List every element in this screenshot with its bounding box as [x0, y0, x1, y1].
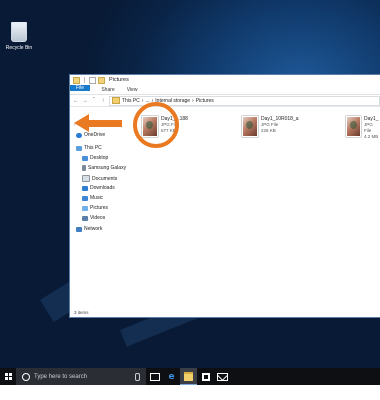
- sidebar-item-documents[interactable]: Documents: [82, 175, 117, 182]
- callout-arrow-left-icon: [74, 114, 89, 132]
- mail-button[interactable]: [214, 368, 231, 385]
- desktop-background: Recycle Bin Pictures File Home Share Vie…: [0, 0, 380, 385]
- breadcrumb-separator: ›: [192, 97, 194, 104]
- network-icon: [76, 226, 82, 232]
- file-explorer-button[interactable]: [180, 368, 197, 385]
- sidebar-item-videos[interactable]: Videos: [82, 215, 105, 221]
- folder-icon: [112, 97, 120, 104]
- tab-file[interactable]: File: [70, 85, 91, 91]
- status-bar-item-count: 3 items: [74, 310, 89, 315]
- image-thumbnail: [346, 116, 361, 137]
- file-item[interactable]: Day1_ JPG File 4.2 MB: [346, 116, 380, 140]
- file-explorer-icon: [184, 371, 193, 381]
- download-icon: [82, 185, 88, 191]
- file-size: 4.2 MB: [363, 134, 379, 139]
- sidebar-item-label: Desktop: [90, 155, 109, 161]
- windows-logo-icon: [4, 373, 12, 380]
- sidebar-item-onedrive[interactable]: OneDrive: [76, 132, 105, 138]
- taskbar: Type here to search e: [0, 368, 380, 385]
- window-title: Pictures: [109, 77, 129, 83]
- sidebar-item-samsung-galaxy[interactable]: Samsung Galaxy: [82, 165, 126, 171]
- sidebar-item-label: Downloads: [90, 185, 115, 191]
- cortana-icon: [22, 372, 30, 381]
- callout-highlight-ring: [133, 102, 179, 148]
- sidebar-item-label: Samsung Galaxy: [88, 165, 127, 171]
- callout-arrow-shaft: [88, 120, 122, 127]
- pictures-icon: [82, 205, 88, 211]
- explorer-titlebar: Pictures: [70, 75, 380, 85]
- sidebar-item-label: OneDrive: [84, 132, 106, 138]
- address-bar-row: ← → ˇ ↑ This PC › ... › Internal storage…: [70, 95, 380, 107]
- properties-icon[interactable]: [89, 76, 96, 84]
- file-item[interactable]: Day1_10R018_a JPG File 226 KB: [242, 116, 299, 137]
- file-details: Day1_10R018_a JPG File 226 KB: [261, 116, 299, 137]
- file-explorer-window: Pictures File Home Share View ← → ˇ ↑ Th…: [70, 75, 380, 317]
- recycle-bin-shortcut[interactable]: Recycle Bin: [2, 22, 36, 51]
- navigation-pane: ‹ OneDrive This PC Desktop Samsung Galax…: [70, 108, 130, 303]
- sidebar-item-downloads[interactable]: Downloads: [82, 185, 115, 191]
- tab-share[interactable]: Share: [95, 85, 120, 94]
- store-button[interactable]: [197, 368, 214, 385]
- sidebar-item-label: Documents: [92, 175, 118, 182]
- sidebar-item-desktop[interactable]: Desktop: [82, 155, 108, 161]
- file-details: Day1_ JPG File 4.2 MB: [364, 116, 380, 140]
- up-arrow-icon[interactable]: ↑: [100, 98, 106, 104]
- edge-browser-icon: e: [168, 371, 175, 382]
- phone-icon: [82, 165, 86, 171]
- file-type: JPG File: [363, 122, 373, 133]
- video-icon: [82, 215, 88, 221]
- sidebar-item-network[interactable]: Network: [76, 226, 102, 232]
- cloud-icon: [76, 132, 82, 138]
- music-icon: [82, 195, 88, 201]
- recycle-bin-label: Recycle Bin: [5, 45, 33, 51]
- toolbar-divider: [84, 77, 85, 83]
- sidebar-item-label: Pictures: [90, 205, 109, 211]
- back-arrow-icon[interactable]: ←: [73, 98, 79, 104]
- sidebar-item-label: Music: [90, 195, 104, 201]
- breadcrumb-separator: ›: [141, 97, 144, 104]
- edge-button[interactable]: e: [163, 368, 180, 385]
- breadcrumb-pictures[interactable]: Pictures: [196, 98, 214, 104]
- sidebar-item-this-pc[interactable]: This PC: [76, 145, 102, 151]
- forward-arrow-icon[interactable]: →: [82, 98, 88, 104]
- image-thumbnail: [242, 116, 258, 137]
- file-size: 226 KB: [261, 128, 276, 133]
- start-button[interactable]: [0, 368, 16, 385]
- sidebar-item-pictures[interactable]: Pictures: [82, 205, 108, 211]
- breadcrumb-this-pc[interactable]: This PC: [122, 98, 140, 104]
- computer-icon: [76, 145, 82, 151]
- chevron-down-icon[interactable]: ˇ: [91, 98, 97, 104]
- microphone-icon[interactable]: [135, 373, 140, 381]
- folder-icon: [73, 76, 80, 84]
- sidebar-item-label: This PC: [84, 145, 102, 151]
- document-icon: [82, 175, 90, 182]
- sidebar-item-label: Videos: [90, 215, 106, 221]
- task-view-icon: [149, 372, 160, 381]
- recycle-bin-icon: [11, 22, 27, 42]
- search-placeholder: Type here to search: [34, 373, 88, 380]
- store-bag-icon: [201, 372, 210, 381]
- taskbar-search-box[interactable]: Type here to search: [16, 368, 146, 385]
- tab-view[interactable]: View: [121, 85, 144, 94]
- new-folder-icon[interactable]: [98, 76, 105, 84]
- ribbon-tabs: File Home Share View: [70, 85, 380, 95]
- mail-envelope-icon: [217, 372, 228, 381]
- task-view-button[interactable]: [146, 368, 163, 385]
- desktop-folder-icon: [82, 155, 88, 161]
- sidebar-item-label: Network: [84, 226, 103, 232]
- sidebar-item-music[interactable]: Music: [82, 195, 103, 201]
